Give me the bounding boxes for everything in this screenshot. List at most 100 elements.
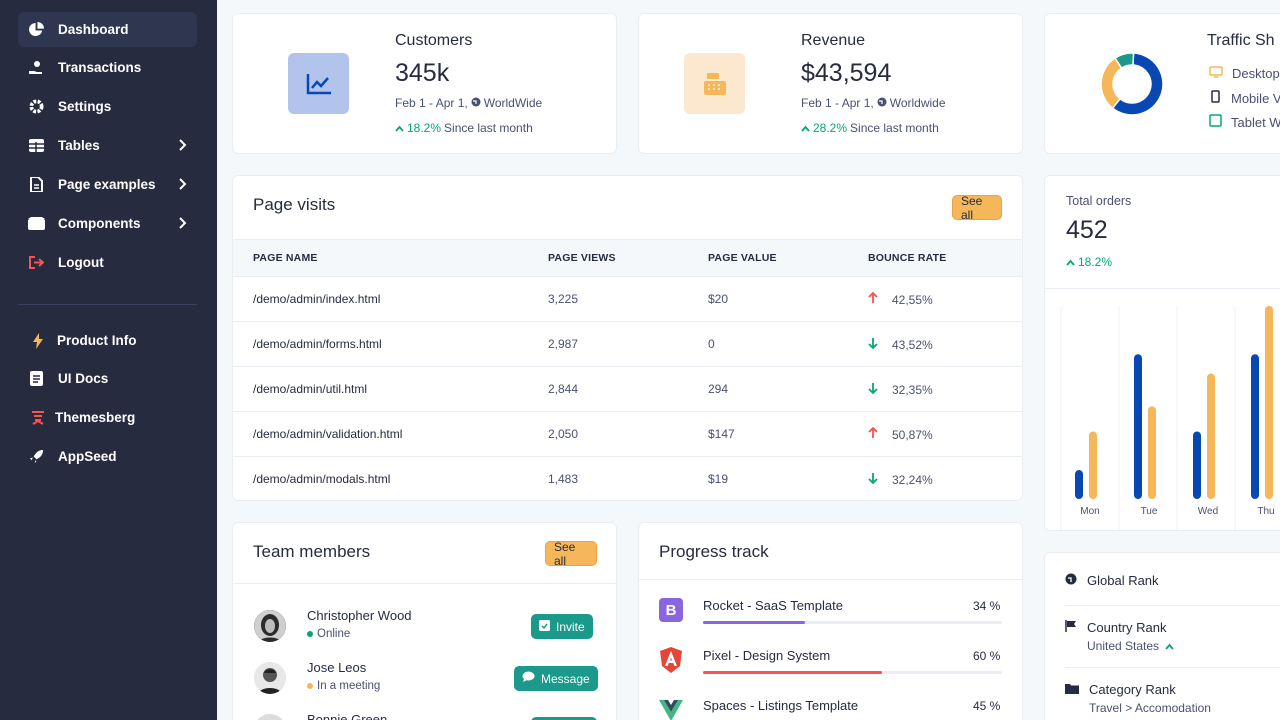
avatar[interactable] (254, 610, 286, 642)
sidebar-item-dashboard[interactable]: Dashboard (18, 12, 197, 47)
member-name[interactable]: Bonnie Green (307, 712, 387, 720)
page-name-cell[interactable]: /demo/admin/modals.html (253, 472, 390, 486)
page-name-cell[interactable]: /demo/admin/validation.html (253, 427, 402, 441)
x-tick-label: Thu (1257, 506, 1274, 517)
column-header[interactable]: PAGE VALUE (708, 252, 777, 264)
progress-name: Spaces - Listings Template (703, 698, 859, 713)
arrow-down-icon (868, 472, 878, 487)
arrow-up-icon (868, 291, 878, 307)
avatar[interactable] (254, 662, 286, 694)
see-all-button[interactable]: See all (545, 540, 597, 568)
bounce-rate-cell: 32,35% (868, 382, 933, 397)
button-label: Message (541, 671, 590, 686)
member-status-text: In a meeting (317, 680, 381, 692)
folder-icon (1065, 682, 1079, 715)
bar-mon-s2[interactable] (1089, 431, 1097, 499)
page-name-cell[interactable]: /demo/admin/forms.html (253, 337, 382, 351)
member-name[interactable]: Jose Leos (307, 660, 366, 675)
page-views-cell: 2,050 (548, 427, 579, 441)
table-row[interactable]: /demo/admin/modals.html 1,483 $19 32,24% (233, 457, 1022, 500)
kpi-title: Customers (395, 32, 473, 49)
x-tick-label: Mon (1080, 506, 1099, 517)
sidebar-item-page-examples[interactable]: Page examples (18, 167, 197, 202)
bar-mon-s1[interactable] (1075, 470, 1083, 499)
arrow-down-icon (868, 382, 878, 397)
hand-coin-icon (27, 59, 45, 77)
column-header[interactable]: PAGE VIEWS (548, 252, 616, 264)
bounce-rate-cell: 50,87% (868, 426, 933, 442)
progress-percent: 34 % (973, 599, 1001, 613)
bar-thu-s2[interactable] (1265, 306, 1273, 499)
sidebar-item-tables[interactable]: Tables (18, 128, 197, 163)
sidebar-item-settings[interactable]: Settings (18, 89, 197, 124)
globe-icon (877, 96, 887, 110)
invite-button[interactable]: Invite (531, 614, 593, 639)
gear-icon (27, 98, 45, 116)
sidebar-item-label: Components (58, 216, 141, 231)
table-row[interactable]: /demo/admin/util.html 2,844 294 32,35% (233, 367, 1022, 412)
kpi-value: $43,594 (801, 59, 892, 87)
sidebar-item-product-info[interactable]: Product Info (18, 323, 197, 358)
status-dot (307, 683, 313, 689)
page-name-cell[interactable]: /demo/admin/util.html (253, 382, 367, 396)
bar-tue-s1[interactable] (1134, 354, 1142, 499)
traffic-title: Traffic Sh (1207, 32, 1275, 49)
column-header[interactable]: PAGE NAME (253, 252, 318, 264)
message-button[interactable]: Message (514, 666, 598, 691)
globe-icon (471, 96, 481, 110)
sidebar-item-label: Themesberg (55, 410, 136, 425)
bar-wed-s1[interactable] (1193, 431, 1201, 499)
kpi-change-value: 18.2% (407, 121, 442, 135)
themesberg-logo-icon (29, 409, 47, 427)
progress-percent: 45 % (973, 699, 1001, 713)
traffic-donut (1100, 52, 1164, 116)
document-icon (27, 176, 45, 194)
sidebar-item-ui-docs[interactable]: UI Docs (18, 361, 197, 396)
x-tick-label: Wed (1198, 506, 1218, 517)
member-name[interactable]: Christopher Wood (307, 608, 412, 623)
sidebar-item-transactions[interactable]: Transactions (18, 50, 197, 85)
page-name-cell[interactable]: /demo/admin/index.html (253, 292, 380, 306)
orders-change-value: 18.2% (1078, 255, 1113, 269)
kpi-region: WorldWide (483, 96, 543, 110)
page-value-cell: $147 (708, 427, 735, 441)
page-value-cell: $19 (708, 472, 729, 486)
sidebar-item-appseed[interactable]: AppSeed (18, 439, 197, 474)
revenue-card: Revenue $43,594 Feb 1 - Apr 1, Worldwide… (638, 13, 1023, 154)
traffic-share-card: Traffic Sh Desktop Mobile V Tablet W (1044, 13, 1280, 154)
global-rank-row: Global Rank (1065, 573, 1159, 588)
sidebar-item-label: Tables (58, 138, 100, 153)
sidebar-item-label: Settings (58, 99, 112, 114)
page-views-cell: 1,483 (548, 472, 579, 486)
progress-name: Pixel - Design System (703, 648, 831, 663)
column-header[interactable]: BOUNCE RATE (868, 252, 946, 264)
sidebar-item-label: AppSeed (58, 449, 117, 464)
table-row[interactable]: /demo/admin/index.html 3,225 $20 42,55% (233, 277, 1022, 322)
bar-thu-s1[interactable] (1251, 354, 1259, 499)
tablet-icon (1209, 114, 1222, 130)
page-value-cell: 294 (708, 382, 729, 396)
rank-sub: United States (1087, 639, 1174, 653)
sidebar-item-logout[interactable]: Logout (18, 245, 197, 280)
status-dot (307, 631, 313, 637)
legend-label: Tablet W (1231, 114, 1280, 130)
bar-tue-s2[interactable] (1148, 406, 1156, 499)
chart-line-icon (288, 53, 349, 114)
x-tick-label: Tue (1141, 506, 1158, 517)
kpi-change-value: 28.2% (813, 121, 848, 135)
rankings-card: Global Rank Country Rank United States C… (1044, 552, 1280, 720)
divider (1065, 667, 1280, 668)
table-row[interactable]: /demo/admin/forms.html 2,987 0 43,52% (233, 322, 1022, 367)
sidebar-item-themesberg[interactable]: Themesberg (18, 400, 197, 435)
progress-percent: 60 % (973, 649, 1001, 663)
kpi-region: Worldwide (889, 96, 946, 110)
member-status: In a meeting (307, 680, 380, 692)
sidebar-item-label: Page examples (58, 177, 156, 192)
bar-wed-s2[interactable] (1207, 373, 1215, 499)
progress-track-card: Progress track B Rocket - SaaS Template … (638, 522, 1023, 720)
see-all-button[interactable]: See all (952, 194, 1002, 222)
sidebar-item-components[interactable]: Components (18, 206, 197, 241)
caret-up-icon (801, 121, 810, 135)
avatar[interactable] (254, 714, 286, 720)
table-row[interactable]: /demo/admin/validation.html 2,050 $147 50,8… (233, 412, 1022, 457)
